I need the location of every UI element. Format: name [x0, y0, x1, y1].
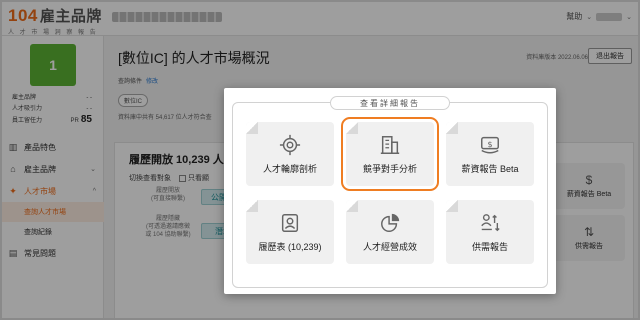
tile-label: 薪資報告 Beta — [461, 163, 519, 174]
tile-label: 供需報告 — [471, 241, 508, 252]
report-modal: 查看詳細報告 人才輪廓剖析 競爭對手分析 $ 薪資報告 Beta 履歷表 (10… — [224, 88, 556, 294]
tile-label: 履歷表 (10,239) — [258, 241, 322, 252]
pie-chart-icon — [381, 213, 400, 232]
building-icon — [380, 135, 400, 154]
modal-title: 查看詳細報告 — [330, 96, 450, 110]
resume-icon — [281, 213, 299, 232]
supply-demand-icon — [481, 213, 500, 231]
tile-label: 競爭對手分析 — [362, 163, 417, 174]
tile-competitor-analysis[interactable]: 競爭對手分析 — [341, 117, 439, 191]
tile-label: 人才經營成效 — [362, 241, 417, 252]
tile-talent-performance[interactable]: 人才經營成效 — [346, 200, 434, 264]
target-icon — [279, 134, 301, 155]
salary-icon: $ — [481, 136, 499, 154]
svg-text:$: $ — [487, 138, 492, 148]
tile-supply-demand[interactable]: 供需報告 — [446, 200, 534, 264]
tile-talent-profile[interactable]: 人才輪廓剖析 — [246, 122, 334, 186]
tile-resume[interactable]: 履歷表 (10,239) — [246, 200, 334, 264]
tile-salary-report[interactable]: $ 薪資報告 Beta — [446, 122, 534, 186]
tile-label: 人才輪廓剖析 — [262, 163, 317, 174]
